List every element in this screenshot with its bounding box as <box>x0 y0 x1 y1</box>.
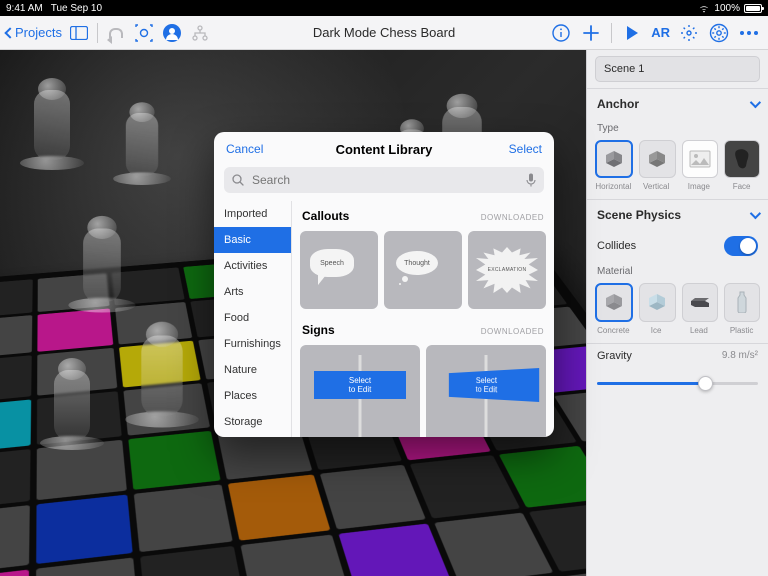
library-category-food[interactable]: Food <box>214 305 291 331</box>
microphone-icon[interactable] <box>526 173 536 187</box>
library-category-places[interactable]: Places <box>214 383 291 409</box>
library-item-thought[interactable]: Thought <box>384 231 462 309</box>
library-category-activities[interactable]: Activities <box>214 253 291 279</box>
library-category-storage[interactable]: Storage <box>214 409 291 435</box>
library-category-nature[interactable]: Nature <box>214 357 291 383</box>
library-category-furnishings[interactable]: Furnishings <box>214 331 291 357</box>
library-content[interactable]: Callouts DOWNLOADED SpeechThoughtEXCLAMATI… <box>292 201 554 437</box>
library-section-title: Signs <box>302 323 335 337</box>
search-input[interactable] <box>224 167 544 193</box>
modal-title: Content Library <box>336 142 433 157</box>
library-section-title: Callouts <box>302 209 349 223</box>
library-item-exclaim[interactable]: EXCLAMATION <box>468 231 546 309</box>
library-category-imported[interactable]: Imported <box>214 201 291 227</box>
content-library-overlay: Cancel Content Library Select ImportedBa… <box>0 0 768 576</box>
library-category-list: ImportedBasicActivitiesArtsFoodFurnishin… <box>214 201 292 437</box>
downloaded-badge: DOWNLOADED <box>481 327 544 336</box>
downloaded-badge: DOWNLOADED <box>481 213 544 222</box>
library-item-speech[interactable]: Speech <box>300 231 378 309</box>
search-icon <box>232 174 244 186</box>
modal-select-button[interactable]: Select <box>509 142 542 156</box>
modal-cancel-button[interactable]: Cancel <box>226 142 263 156</box>
content-library-modal: Cancel Content Library Select ImportedBa… <box>214 132 554 437</box>
library-category-basic[interactable]: Basic <box>214 227 291 253</box>
library-category-arts[interactable]: Arts <box>214 279 291 305</box>
library-item-sign-skew[interactable]: Selectto Edit <box>426 345 546 437</box>
library-item-sign-left[interactable]: Selectto Edit <box>300 345 420 437</box>
